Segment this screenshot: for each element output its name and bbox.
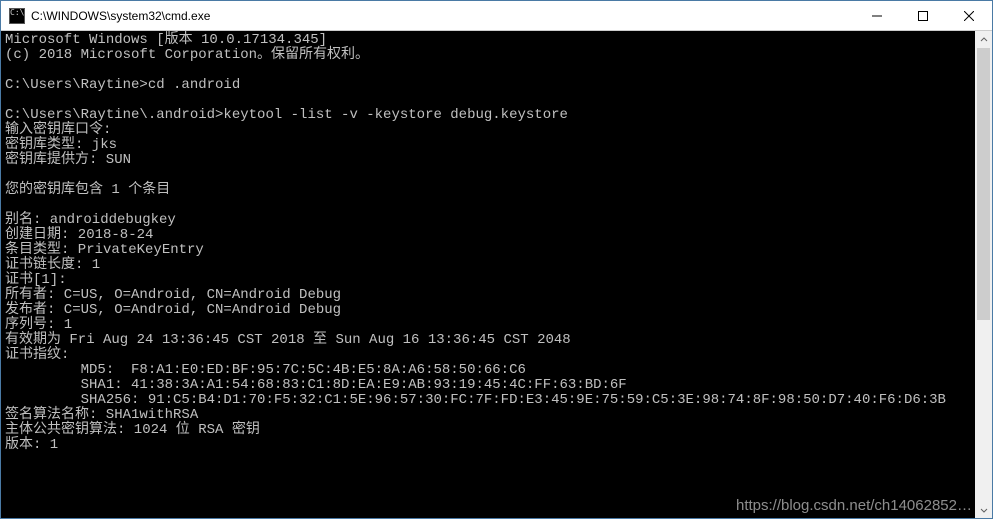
window-title: C:\WINDOWS\system32\cmd.exe xyxy=(31,9,854,23)
scrollbar-track[interactable] xyxy=(975,48,992,501)
window-titlebar: C:\. C:\WINDOWS\system32\cmd.exe xyxy=(1,1,992,31)
minimize-button[interactable] xyxy=(854,1,900,30)
chevron-down-icon xyxy=(980,506,988,514)
maximize-icon xyxy=(918,11,928,21)
chevron-up-icon xyxy=(980,36,988,44)
scrollbar-thumb[interactable] xyxy=(977,48,990,320)
window-controls xyxy=(854,1,992,30)
close-icon xyxy=(964,11,974,21)
terminal-output[interactable]: Microsoft Windows [版本 10.0.17134.345] (c… xyxy=(1,31,992,518)
scroll-up-button[interactable] xyxy=(975,31,992,48)
vertical-scrollbar[interactable] xyxy=(975,31,992,518)
minimize-icon xyxy=(872,11,882,21)
scroll-down-button[interactable] xyxy=(975,501,992,518)
maximize-button[interactable] xyxy=(900,1,946,30)
close-button[interactable] xyxy=(946,1,992,30)
app-icon: C:\. xyxy=(9,8,25,24)
